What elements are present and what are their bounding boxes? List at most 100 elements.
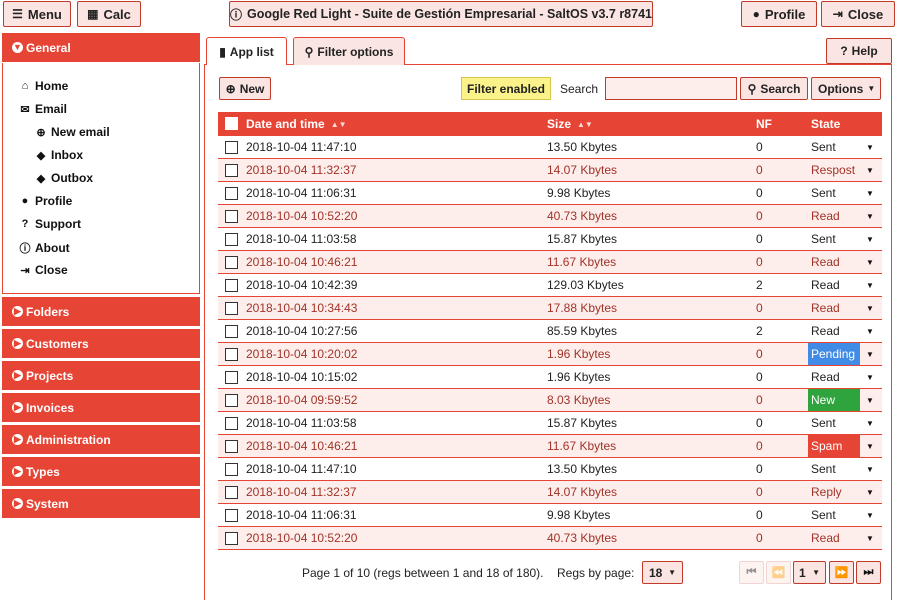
sidebar-item-about[interactable]: ⓘ About: [19, 240, 70, 256]
row-actions-caret-icon[interactable]: ▼: [866, 412, 874, 434]
table-row[interactable]: 2018-10-04 09:59:52 8.03 Kbytes 0 New ▼: [218, 389, 882, 412]
table-row[interactable]: 2018-10-04 10:46:21 11.67 Kbytes 0 Spam ▼: [218, 435, 882, 458]
row-actions-caret-icon[interactable]: ▼: [866, 343, 874, 365]
row-actions-caret-icon[interactable]: ▼: [866, 251, 874, 273]
cell-state[interactable]: Sent: [808, 136, 860, 158]
row-checkbox[interactable]: [225, 348, 238, 361]
row-actions-caret-icon[interactable]: ▼: [866, 297, 874, 319]
sidebar-section-invoices[interactable]: ▶ Invoices: [2, 393, 200, 422]
table-row[interactable]: 2018-10-04 11:03:58 15.87 Kbytes 0 Sent ▼: [218, 412, 882, 435]
table-row[interactable]: 2018-10-04 10:46:21 11.67 Kbytes 0 Read ▼: [218, 251, 882, 274]
row-checkbox[interactable]: [225, 187, 238, 200]
cell-state[interactable]: Sent: [808, 504, 860, 526]
row-checkbox[interactable]: [225, 509, 238, 522]
sidebar-item-profile[interactable]: ● Profile: [19, 194, 73, 208]
column-date-header[interactable]: Date and time ▲▼: [246, 112, 347, 136]
cell-state[interactable]: Read: [808, 297, 860, 319]
column-state-header[interactable]: State: [811, 112, 840, 136]
table-row[interactable]: 2018-10-04 11:03:58 15.87 Kbytes 0 Sent ▼: [218, 228, 882, 251]
cell-state[interactable]: New: [808, 389, 860, 411]
row-actions-caret-icon[interactable]: ▼: [866, 274, 874, 296]
first-page-button[interactable]: ⏮: [739, 561, 764, 584]
row-actions-caret-icon[interactable]: ▼: [866, 389, 874, 411]
search-input[interactable]: [605, 77, 737, 100]
prev-page-button[interactable]: ⏪: [766, 561, 791, 584]
select-all-checkbox[interactable]: [225, 117, 238, 130]
sidebar-section-general[interactable]: ▼ General: [2, 33, 200, 62]
row-actions-caret-icon[interactable]: ▼: [866, 159, 874, 181]
sidebar-section-folders[interactable]: ▶ Folders: [2, 297, 200, 326]
row-checkbox[interactable]: [225, 486, 238, 499]
cell-state[interactable]: Respost: [808, 159, 860, 181]
row-checkbox[interactable]: [225, 279, 238, 292]
row-actions-caret-icon[interactable]: ▼: [866, 458, 874, 480]
column-size-header[interactable]: Size ▲▼: [547, 112, 593, 136]
table-row[interactable]: 2018-10-04 10:20:02 1.96 Kbytes 0 Pending ▼: [218, 343, 882, 366]
next-page-button[interactable]: ⏩: [829, 561, 854, 584]
sidebar-section-system[interactable]: ▶ System: [2, 489, 200, 518]
cell-state[interactable]: Read: [808, 527, 860, 549]
table-row[interactable]: 2018-10-04 11:32:37 14.07 Kbytes 0 Respost ▼: [218, 159, 882, 182]
new-button[interactable]: ⊕ New: [219, 77, 271, 100]
table-row[interactable]: 2018-10-04 10:52:20 40.73 Kbytes 0 Read ▼: [218, 205, 882, 228]
row-actions-caret-icon[interactable]: ▼: [866, 366, 874, 388]
row-actions-caret-icon[interactable]: ▼: [866, 136, 874, 158]
close-button[interactable]: ⇥ Close: [821, 1, 895, 27]
app-title-button[interactable]: ⓘ Google Red Light - Suite de Gestión Em…: [229, 1, 653, 27]
row-checkbox[interactable]: [225, 302, 238, 315]
row-actions-caret-icon[interactable]: ▼: [866, 320, 874, 342]
row-checkbox[interactable]: [225, 325, 238, 338]
row-actions-caret-icon[interactable]: ▼: [866, 504, 874, 526]
row-checkbox[interactable]: [225, 141, 238, 154]
cell-state[interactable]: Sent: [808, 182, 860, 204]
row-checkbox[interactable]: [225, 210, 238, 223]
row-checkbox[interactable]: [225, 417, 238, 430]
row-actions-caret-icon[interactable]: ▼: [866, 182, 874, 204]
table-row[interactable]: 2018-10-04 10:34:43 17.88 Kbytes 0 Read ▼: [218, 297, 882, 320]
table-row[interactable]: 2018-10-04 10:52:20 40.73 Kbytes 0 Read ▼: [218, 527, 882, 550]
sidebar-section-projects[interactable]: ▶ Projects: [2, 361, 200, 390]
table-row[interactable]: 2018-10-04 11:47:10 13.50 Kbytes 0 Sent ▼: [218, 458, 882, 481]
table-row[interactable]: 2018-10-04 11:32:37 14.07 Kbytes 0 Reply ▼: [218, 481, 882, 504]
menu-button[interactable]: ☰ Menu: [3, 1, 71, 27]
row-checkbox[interactable]: [225, 233, 238, 246]
row-actions-caret-icon[interactable]: ▼: [866, 481, 874, 503]
cell-state[interactable]: Sent: [808, 228, 860, 250]
sidebar-section-customers[interactable]: ▶ Customers: [2, 329, 200, 358]
cell-state[interactable]: Sent: [808, 412, 860, 434]
row-checkbox[interactable]: [225, 256, 238, 269]
sidebar-item-new-email[interactable]: ⊕ New email: [35, 125, 109, 139]
sidebar-item-email[interactable]: ✉ Email: [19, 102, 67, 116]
search-button[interactable]: ⚲ Search: [740, 77, 808, 100]
table-row[interactable]: 2018-10-04 10:27:56 85.59 Kbytes 2 Read ▼: [218, 320, 882, 343]
table-row[interactable]: 2018-10-04 10:42:39 129.03 Kbytes 2 Read ▼: [218, 274, 882, 297]
row-actions-caret-icon[interactable]: ▼: [866, 205, 874, 227]
cell-state[interactable]: Pending: [808, 343, 860, 365]
page-select[interactable]: 1 ▼: [793, 561, 826, 584]
profile-button[interactable]: ● Profile: [741, 1, 817, 27]
cell-state[interactable]: Read: [808, 251, 860, 273]
row-checkbox[interactable]: [225, 440, 238, 453]
row-actions-caret-icon[interactable]: ▼: [866, 435, 874, 457]
sidebar-item-close[interactable]: ⇥ Close: [19, 263, 67, 277]
cell-state[interactable]: Reply: [808, 481, 860, 503]
table-row[interactable]: 2018-10-04 10:15:02 1.96 Kbytes 0 Read ▼: [218, 366, 882, 389]
table-row[interactable]: 2018-10-04 11:06:31 9.98 Kbytes 0 Sent ▼: [218, 182, 882, 205]
regs-by-page-select[interactable]: 18 ▼: [642, 561, 683, 584]
row-actions-caret-icon[interactable]: ▼: [866, 228, 874, 250]
cell-state[interactable]: Spam: [808, 435, 860, 457]
row-checkbox[interactable]: [225, 164, 238, 177]
sidebar-section-administration[interactable]: ▶ Administration: [2, 425, 200, 454]
row-checkbox[interactable]: [225, 371, 238, 384]
cell-state[interactable]: Read: [808, 274, 860, 296]
cell-state[interactable]: Read: [808, 320, 860, 342]
cell-state[interactable]: Sent: [808, 458, 860, 480]
row-checkbox[interactable]: [225, 463, 238, 476]
sidebar-section-types[interactable]: ▶ Types: [2, 457, 200, 486]
table-row[interactable]: 2018-10-04 11:47:10 13.50 Kbytes 0 Sent ▼: [218, 136, 882, 159]
sidebar-item-home[interactable]: ⌂ Home: [19, 79, 69, 93]
options-select[interactable]: Options ▼: [811, 77, 881, 100]
cell-state[interactable]: Read: [808, 205, 860, 227]
table-row[interactable]: 2018-10-04 11:06:31 9.98 Kbytes 0 Sent ▼: [218, 504, 882, 527]
row-checkbox[interactable]: [225, 532, 238, 545]
